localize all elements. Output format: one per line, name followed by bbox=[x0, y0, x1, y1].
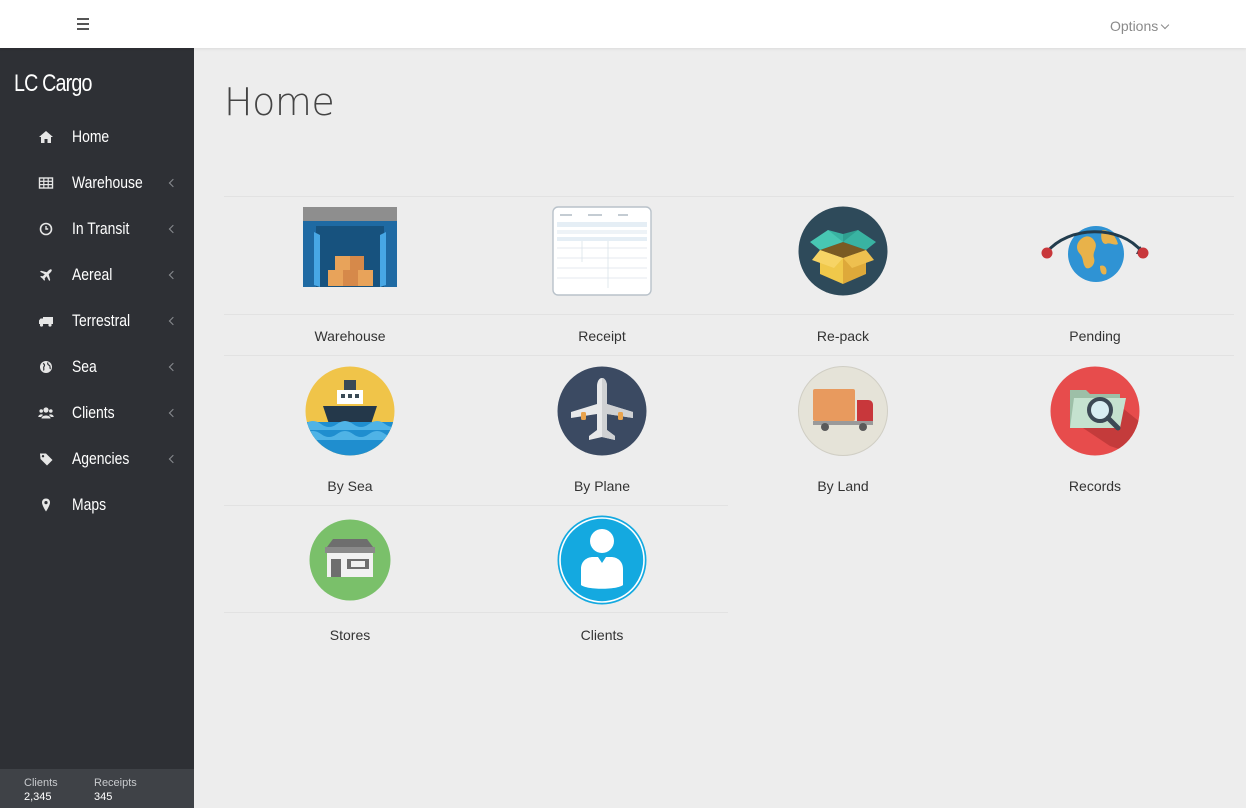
sidebar-item-label: Terrestral bbox=[72, 311, 131, 330]
tile-stores[interactable]: Stores bbox=[250, 515, 450, 645]
sidebar-item-label: Sea bbox=[72, 357, 97, 376]
stat-label: Clients bbox=[24, 777, 58, 789]
options-label: Options bbox=[1110, 18, 1159, 34]
sidebar-item-home[interactable]: Home bbox=[0, 116, 194, 162]
stat-clients: Clients 2,345 bbox=[24, 777, 58, 803]
truck-icon bbox=[39, 317, 53, 327]
airplane-icon bbox=[557, 366, 647, 456]
plane-icon bbox=[40, 269, 52, 281]
tile-by-land[interactable]: By Land bbox=[743, 366, 943, 496]
tile-re-pack[interactable]: Re-pack bbox=[743, 206, 943, 346]
user-icon bbox=[557, 515, 647, 605]
table-icon bbox=[38, 177, 54, 189]
tile-records[interactable]: Records bbox=[995, 366, 1195, 496]
tile-label: By Sea bbox=[327, 478, 373, 494]
clock-icon bbox=[39, 222, 53, 236]
tile-pending[interactable]: Pending bbox=[995, 206, 1195, 346]
tile-receipt[interactable]: Receipt bbox=[502, 206, 702, 346]
tile-label: Receipt bbox=[578, 328, 626, 344]
warehouse-icon bbox=[303, 207, 397, 287]
folder-search-icon bbox=[1050, 366, 1140, 456]
tile-label: By Plane bbox=[573, 478, 631, 494]
store-icon bbox=[309, 519, 391, 601]
globe-route-icon bbox=[1041, 226, 1149, 282]
sidebar-item-clients[interactable]: Clients bbox=[0, 392, 194, 438]
stat-value: 345 bbox=[94, 791, 113, 803]
sidebar-item-maps[interactable]: Maps bbox=[0, 484, 194, 530]
sidebar-item-label: Home bbox=[72, 127, 110, 146]
tile-warehouse[interactable]: Warehouse bbox=[250, 206, 450, 346]
divider bbox=[224, 505, 728, 506]
home-icon bbox=[39, 131, 53, 143]
sidebar-item-agencies[interactable]: Agencies bbox=[0, 438, 194, 484]
chevron-left-icon bbox=[168, 270, 178, 280]
users-icon bbox=[38, 407, 54, 419]
chevron-left-icon bbox=[168, 316, 178, 326]
tile-label: Warehouse bbox=[314, 328, 386, 344]
tile-label: Re-pack bbox=[816, 328, 870, 344]
truck-icon bbox=[798, 366, 888, 456]
chevron-left-icon bbox=[168, 454, 178, 464]
receipt-form-icon bbox=[552, 206, 652, 296]
chevron-left-icon bbox=[168, 224, 178, 234]
divider bbox=[224, 355, 1234, 356]
tile-label: Records bbox=[1068, 478, 1122, 494]
divider bbox=[224, 196, 1234, 197]
chevron-left-icon bbox=[168, 178, 178, 188]
sidebar-menu: Home Warehouse In Transit Aereal Terrest… bbox=[0, 116, 194, 530]
sidebar-item-label: Warehouse bbox=[72, 173, 143, 192]
chevron-down-icon bbox=[1161, 20, 1170, 30]
sidebar-item-terrestral[interactable]: Terrestral bbox=[0, 300, 194, 346]
sidebar-item-warehouse[interactable]: Warehouse bbox=[0, 162, 194, 208]
sidebar-item-label: Maps bbox=[72, 495, 107, 514]
options-dropdown[interactable]: Options bbox=[1110, 18, 1170, 34]
tile-label: Clients bbox=[580, 627, 624, 643]
page-title: Home bbox=[224, 80, 335, 124]
sidebar-item-label: Clients bbox=[72, 403, 115, 422]
globe-icon bbox=[40, 361, 52, 373]
sidebar-item-aereal[interactable]: Aereal bbox=[0, 254, 194, 300]
tile-by-plane[interactable]: By Plane bbox=[502, 366, 702, 496]
stat-receipts: Receipts 345 bbox=[94, 777, 137, 803]
tag-icon bbox=[40, 453, 53, 466]
open-box-icon bbox=[798, 206, 888, 296]
sidebar: LC Cargo Home Warehouse In Transit Aerea… bbox=[0, 48, 194, 808]
brand-logo[interactable]: LC Cargo bbox=[14, 70, 92, 98]
stat-label: Receipts bbox=[94, 777, 137, 789]
tile-label: Pending bbox=[1069, 328, 1121, 344]
ship-icon bbox=[305, 366, 395, 456]
map-marker-icon bbox=[42, 498, 50, 512]
sidebar-item-label: In Transit bbox=[72, 219, 130, 238]
sidebar-item-label: Aereal bbox=[72, 265, 113, 284]
tile-label: By Land bbox=[817, 478, 869, 494]
sidebar-item-label: Agencies bbox=[72, 449, 130, 468]
tile-by-sea[interactable]: By Sea bbox=[250, 366, 450, 496]
tile-label: Stores bbox=[329, 627, 371, 643]
sidebar-stats: Clients 2,345 Receipts 345 bbox=[0, 769, 194, 808]
menu-toggle-icon[interactable] bbox=[74, 18, 92, 32]
sidebar-item-in-transit[interactable]: In Transit bbox=[0, 208, 194, 254]
chevron-left-icon bbox=[168, 362, 178, 372]
stat-value: 2,345 bbox=[24, 791, 52, 803]
chevron-left-icon bbox=[168, 408, 178, 418]
top-bar: Options bbox=[0, 0, 1246, 48]
sidebar-item-sea[interactable]: Sea bbox=[0, 346, 194, 392]
tile-clients[interactable]: Clients bbox=[502, 515, 702, 645]
